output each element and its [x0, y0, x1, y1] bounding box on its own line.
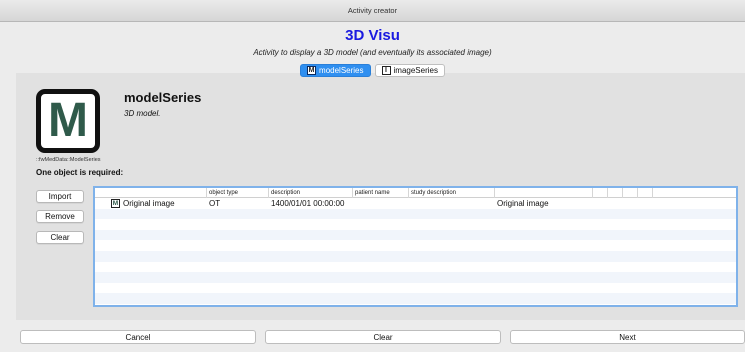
column-header[interactable]: object type — [207, 188, 269, 198]
activity-subtitle: Activity to display a 3D model (and even… — [253, 48, 492, 57]
window-title: Activity creator — [347, 6, 398, 15]
table-header: object type description patient name stu… — [95, 188, 736, 198]
empty-row — [95, 219, 736, 230]
series-tabs: M modelSeries I imageSeries — [0, 64, 745, 77]
requirement-text: One object is required: — [36, 168, 124, 177]
model-series-icon: M — [307, 66, 317, 75]
series-type-label: ::fwMedData::ModelSeries — [36, 157, 101, 163]
model-series-large-icon: M — [36, 89, 100, 153]
empty-row — [95, 208, 736, 220]
window-titlebar: Activity creator — [0, 0, 745, 22]
empty-row — [95, 283, 736, 294]
row-name: Original image — [123, 198, 175, 208]
tab-image-series-label: imageSeries — [393, 66, 438, 75]
column-header[interactable]: description — [269, 188, 353, 198]
column-header[interactable] — [495, 188, 593, 198]
empty-row — [95, 240, 736, 251]
image-series-icon: I — [381, 66, 391, 75]
cancel-button[interactable]: Cancel — [20, 330, 256, 344]
row-description: 1400/01/01 00:00:00 — [271, 198, 345, 208]
column-header[interactable] — [623, 188, 638, 198]
activity-title: 3D Visu — [345, 27, 400, 44]
import-button[interactable]: Import — [36, 190, 84, 203]
tab-image-series[interactable]: I imageSeries — [374, 64, 445, 77]
row-name-cell: M Original image — [95, 198, 207, 208]
table-row[interactable]: M Original image OT 1400/01/01 00:00:00 … — [95, 198, 736, 209]
series-title: modelSeries — [124, 90, 202, 105]
empty-row — [95, 293, 736, 304]
empty-row — [95, 250, 736, 262]
row-object-type: OT — [209, 198, 221, 208]
tab-model-series-label: modelSeries — [319, 66, 364, 75]
remove-button[interactable]: Remove — [36, 210, 84, 223]
model-series-icon: M — [111, 198, 120, 208]
empty-row — [95, 262, 736, 273]
column-header[interactable] — [638, 188, 653, 198]
column-header[interactable] — [593, 188, 608, 198]
column-header[interactable]: study description — [409, 188, 495, 198]
series-table[interactable]: object type description patient name stu… — [93, 186, 738, 307]
empty-row — [95, 229, 736, 241]
column-header[interactable]: patient name — [353, 188, 409, 198]
empty-row — [95, 272, 736, 283]
column-header[interactable] — [608, 188, 623, 198]
series-description: 3D model. — [124, 109, 161, 118]
clear-button[interactable]: Clear — [265, 330, 501, 344]
column-header[interactable] — [95, 188, 207, 198]
row-extra: Original image — [497, 198, 549, 208]
model-icon-letter: M — [48, 94, 88, 147]
clear-selection-button[interactable]: Clear — [36, 231, 84, 244]
next-button[interactable]: Next — [510, 330, 745, 344]
tab-model-series[interactable]: M modelSeries — [300, 64, 371, 77]
